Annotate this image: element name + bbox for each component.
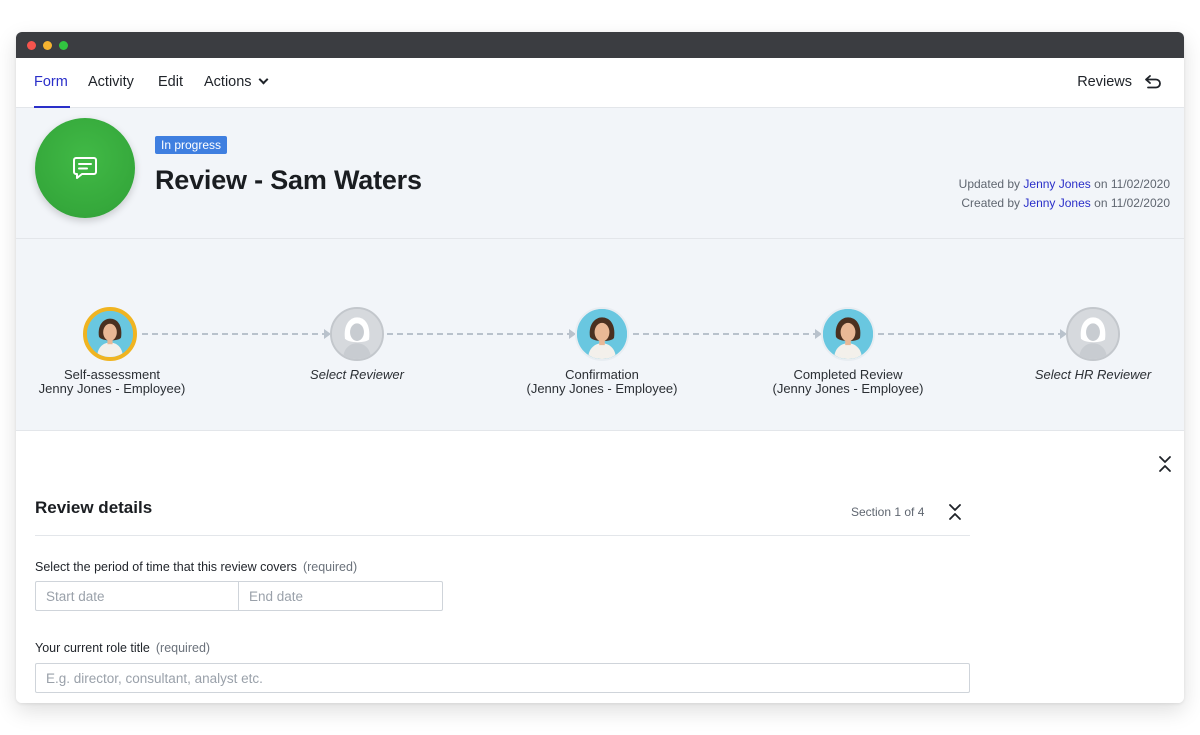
created-prefix: Created by: [961, 196, 1021, 210]
workflow-step-label: Select Reviewer: [247, 368, 467, 382]
workflow-step-label: Confirmation (Jenny Jones - Employee): [492, 368, 712, 396]
role-field-label: Your current role title (required): [35, 641, 210, 655]
tab-bar: Form Activity Edit Actions Reviews: [16, 58, 1184, 108]
status-badge: In progress: [155, 136, 228, 154]
updated-date: on 11/02/2020: [1094, 177, 1170, 191]
section-title: Review details: [35, 498, 153, 517]
updated-prefix: Updated by: [958, 177, 1021, 191]
form-header: In progress Review - Sam Waters Updated …: [16, 108, 1184, 239]
workflow-connector: [142, 333, 328, 335]
close-window-dot[interactable]: [27, 41, 36, 50]
end-date-input[interactable]: [239, 582, 442, 610]
workflow-step-title: Select HR Reviewer: [1034, 367, 1152, 382]
workflow-step-avatar[interactable]: [821, 307, 875, 361]
collapse-all-icon[interactable]: [1158, 455, 1172, 473]
workflow-step-assignee: (Jenny Jones - Employee): [772, 381, 924, 396]
user-avatar-photo-icon: [823, 309, 873, 359]
user-avatar-photo-icon: [87, 311, 133, 357]
section-divider: [35, 535, 970, 536]
created-date: on 11/02/2020: [1094, 196, 1170, 210]
workflow-step-assignee: Jenny Jones - Employee): [38, 381, 186, 396]
user-silhouette-icon: [1068, 309, 1118, 359]
workflow-connector: [633, 333, 819, 335]
created-by-link[interactable]: Jenny Jones: [1023, 196, 1090, 210]
workflow-step-avatar[interactable]: [83, 307, 137, 361]
role-title-input[interactable]: [35, 663, 970, 693]
workflow-progress: Self-assessment Jenny Jones - Employee) …: [16, 239, 1184, 431]
actions-menu[interactable]: Actions: [204, 58, 269, 108]
workflow-step-title: Select Reviewer: [310, 367, 404, 382]
form-type-icon: [35, 118, 135, 218]
form-content: Review details Section 1 of 4 Select the…: [16, 431, 1184, 703]
maximize-window-dot[interactable]: [59, 41, 68, 50]
workflow-step-label: Completed Review (Jenny Jones - Employee…: [738, 368, 958, 396]
return-arrow-icon[interactable]: [1144, 74, 1162, 90]
reviews-link[interactable]: Reviews: [1077, 58, 1132, 108]
updated-info: Updated by Jenny Jones on 11/02/2020: [959, 177, 1170, 191]
workflow-step-title: Confirmation: [565, 367, 639, 382]
workflow-step-assignee: (Jenny Jones - Employee): [526, 381, 678, 396]
workflow-step-avatar[interactable]: [330, 307, 384, 361]
workflow-step-title: Self-assessment: [63, 367, 161, 382]
updated-by-link[interactable]: Jenny Jones: [1023, 177, 1090, 191]
collapse-section-icon[interactable]: [948, 503, 962, 521]
required-marker: (required): [302, 560, 358, 574]
user-silhouette-icon: [332, 309, 382, 359]
chevron-down-icon: [258, 74, 269, 85]
actions-menu-label: Actions: [204, 74, 252, 90]
workflow-connector: [387, 333, 573, 335]
workflow-step-avatar[interactable]: [1066, 307, 1120, 361]
created-info: Created by Jenny Jones on 11/02/2020: [961, 196, 1170, 210]
app-window: Form Activity Edit Actions Reviews In pr…: [16, 32, 1184, 703]
required-marker: (required): [155, 641, 211, 655]
section-counter: Section 1 of 4: [851, 505, 925, 519]
period-label-text: Select the period of time that this revi…: [35, 560, 297, 574]
date-range-group: [35, 581, 443, 611]
role-label-text: Your current role title: [35, 641, 150, 655]
page-title: Review - Sam Waters: [155, 165, 422, 195]
workflow-step-avatar[interactable]: [575, 307, 629, 361]
workflow-step-label: Select HR Reviewer: [983, 368, 1184, 382]
tab-form[interactable]: Form: [34, 58, 70, 108]
minimize-window-dot[interactable]: [43, 41, 52, 50]
window-titlebar: [16, 32, 1184, 58]
workflow-step-title: Completed Review: [793, 367, 903, 382]
workflow-connector: [878, 333, 1064, 335]
workflow-step-label: Self-assessment Jenny Jones - Employee): [16, 368, 222, 396]
period-field-label: Select the period of time that this revi…: [35, 560, 357, 574]
tab-edit[interactable]: Edit: [158, 58, 183, 108]
start-date-input[interactable]: [36, 582, 239, 610]
tab-activity[interactable]: Activity: [88, 58, 134, 108]
user-avatar-photo-icon: [577, 309, 627, 359]
comment-icon: [73, 157, 97, 179]
